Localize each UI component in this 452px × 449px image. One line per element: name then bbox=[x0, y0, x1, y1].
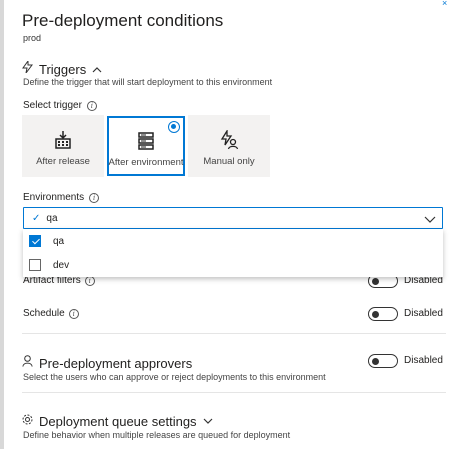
environment-option-label: dev bbox=[53, 259, 70, 271]
server-icon bbox=[136, 130, 156, 152]
release-icon bbox=[53, 129, 73, 151]
environment-option-label: qa bbox=[53, 235, 65, 247]
info-icon[interactable]: i bbox=[89, 192, 100, 203]
person-icon bbox=[22, 354, 33, 372]
chevron-down-icon[interactable] bbox=[424, 211, 436, 229]
checkbox[interactable] bbox=[29, 259, 41, 271]
trigger-option-label: Manual only bbox=[203, 156, 255, 167]
environments-label: Environments i bbox=[23, 192, 100, 203]
schedule-label: Schedule i bbox=[23, 308, 79, 319]
trigger-option-label: After release bbox=[36, 156, 90, 167]
schedule-state: Disabled bbox=[404, 308, 443, 319]
environment-option-dev[interactable]: dev bbox=[29, 259, 69, 271]
check-icon: ✓ bbox=[32, 212, 41, 224]
queue-header[interactable]: Deployment queue settings bbox=[22, 412, 213, 430]
environments-text: Environments bbox=[23, 192, 85, 203]
select-trigger-text: Select trigger bbox=[23, 100, 82, 111]
trigger-option-label: After environment bbox=[108, 157, 184, 168]
divider bbox=[22, 392, 446, 393]
checkbox-checked[interactable] bbox=[29, 235, 41, 247]
schedule-toggle[interactable] bbox=[368, 307, 398, 321]
trigger-option-after-environment[interactable]: After environment bbox=[107, 116, 185, 176]
schedule-text: Schedule bbox=[23, 308, 65, 319]
left-panel-edge bbox=[0, 0, 4, 449]
trigger-option-manual-only[interactable]: Manual only bbox=[188, 115, 270, 177]
environment-option-qa[interactable]: qa bbox=[29, 235, 64, 247]
pre-deployment-panel: Pre-deployment conditions prod Triggers … bbox=[22, 0, 446, 449]
settings-icon bbox=[22, 412, 33, 430]
triggers-description: Define the trigger that will start deplo… bbox=[23, 77, 273, 87]
trigger-option-after-release[interactable]: After release bbox=[22, 115, 104, 177]
page-subtitle: prod bbox=[23, 33, 42, 43]
approvers-header[interactable]: Pre-deployment approvers bbox=[22, 354, 192, 372]
approvers-heading: Pre-deployment approvers bbox=[39, 355, 193, 371]
page-title: Pre-deployment conditions bbox=[22, 11, 224, 30]
lightning-icon bbox=[22, 60, 33, 78]
queue-heading: Deployment queue settings bbox=[39, 413, 197, 429]
manual-icon bbox=[219, 129, 239, 151]
approvers-toggle[interactable] bbox=[368, 354, 398, 368]
chevron-up-icon[interactable] bbox=[92, 60, 102, 78]
info-icon[interactable]: i bbox=[84, 275, 95, 286]
info-icon[interactable]: i bbox=[68, 308, 79, 319]
divider bbox=[22, 333, 446, 334]
environments-dropdown[interactable]: ✓ qa bbox=[23, 207, 443, 229]
approvers-description: Select the users who can approve or reje… bbox=[23, 372, 326, 382]
triggers-header[interactable]: Triggers bbox=[22, 60, 102, 78]
environments-selected-value: qa bbox=[46, 212, 58, 224]
triggers-heading: Triggers bbox=[39, 61, 87, 77]
queue-description: Define behavior when multiple releases a… bbox=[23, 430, 291, 440]
environments-menu: qa dev bbox=[23, 229, 443, 277]
approvers-state: Disabled bbox=[404, 355, 443, 366]
info-icon[interactable]: i bbox=[86, 100, 97, 111]
select-trigger-label: Select trigger i bbox=[23, 100, 97, 111]
chevron-down-icon[interactable] bbox=[203, 412, 213, 430]
trigger-options: After release After environment Manual o… bbox=[22, 115, 270, 177]
selected-radio[interactable] bbox=[168, 121, 180, 133]
